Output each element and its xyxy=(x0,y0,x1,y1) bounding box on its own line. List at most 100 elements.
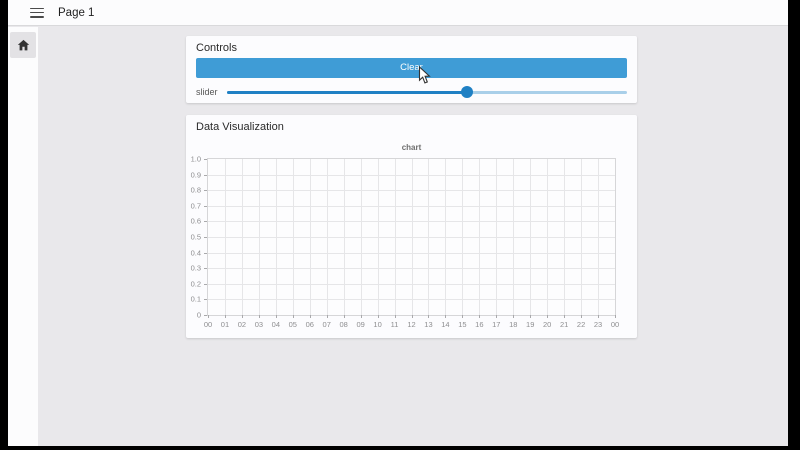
y-axis-tick xyxy=(204,237,207,238)
y-axis-tick xyxy=(204,315,207,316)
slider-input[interactable] xyxy=(227,86,627,98)
y-tick-label: 0.5 xyxy=(190,232,201,242)
sidebar-item-home[interactable] xyxy=(10,32,36,58)
slider-fill xyxy=(227,90,467,94)
y-tick-label: 0.6 xyxy=(190,216,201,226)
grid-line-horizontal xyxy=(208,268,615,270)
y-axis-tick xyxy=(204,299,207,301)
y-axis-tick xyxy=(204,268,207,270)
x-tick-label: 07 xyxy=(322,320,331,329)
x-tick-label: 00 xyxy=(203,320,213,329)
grid-line-horizontal xyxy=(208,299,615,301)
x-tick-label: 14 xyxy=(441,320,450,329)
y-axis-tick xyxy=(204,283,207,285)
grid-line-horizontal xyxy=(208,174,615,176)
x-axis-tick xyxy=(292,315,294,318)
grid-line-horizontal xyxy=(208,190,615,192)
x-axis-tick xyxy=(513,315,515,318)
y-axis-tick xyxy=(204,159,207,160)
page-title: Page 1 xyxy=(58,6,95,19)
y-axis-tick xyxy=(204,205,207,207)
x-axis-tick xyxy=(581,315,583,318)
x-axis-tick xyxy=(445,315,447,318)
y-axis-tick xyxy=(204,190,207,192)
x-tick-label: 15 xyxy=(458,320,467,329)
x-axis-tick xyxy=(326,315,328,318)
x-tick-label: 16 xyxy=(475,320,484,329)
grid-line-horizontal xyxy=(208,283,615,285)
y-tick-label: 0.4 xyxy=(190,248,201,258)
y-axis-tick xyxy=(204,252,207,254)
controls-card-title: Controls xyxy=(196,42,237,54)
grid-line-horizontal xyxy=(208,252,615,254)
x-axis-tick xyxy=(530,315,532,318)
x-tick-label: 04 xyxy=(271,320,280,329)
x-tick-label: 12 xyxy=(407,320,416,329)
chart-title: chart xyxy=(401,143,422,152)
y-tick-label: 0.2 xyxy=(190,279,201,289)
x-tick-label: 02 xyxy=(237,320,247,329)
x-axis-tick xyxy=(411,315,413,318)
x-axis-tick xyxy=(275,315,277,318)
x-axis-tick xyxy=(462,315,464,318)
viz-card-title: Data Visualization xyxy=(196,121,284,133)
data-visualization-card: Data Visualization chart 00 01 02 03 04 05 06 0… xyxy=(186,115,637,338)
x-axis-tick xyxy=(309,315,311,318)
x-tick-label: 20 xyxy=(542,320,552,329)
x-tick-label: 01 xyxy=(220,320,230,329)
x-tick-label: 13 xyxy=(424,320,433,329)
slider-row: slider xyxy=(196,86,627,98)
grid-line-horizontal xyxy=(208,221,615,223)
x-tick-label: 17 xyxy=(492,320,501,329)
x-tick-label: 19 xyxy=(526,320,535,329)
x-tick-label: 05 xyxy=(288,320,297,329)
x-axis-tick xyxy=(208,315,209,318)
x-axis-tick xyxy=(241,315,243,318)
chart: chart 00 01 02 03 04 05 06 07 08 09 10 11 12 13 14 15 16… xyxy=(191,143,620,330)
home-icon xyxy=(17,39,29,50)
x-tick-label: 22 xyxy=(576,320,586,329)
top-bar: Page 1 xyxy=(8,0,788,26)
x-axis-tick xyxy=(377,315,379,318)
y-tick-label: 0.3 xyxy=(190,263,201,273)
x-axis-tick xyxy=(479,315,481,318)
clear-button[interactable]: Clear xyxy=(196,58,627,78)
y-tick-label: 0.7 xyxy=(190,201,201,211)
plot-area: 00 01 02 03 04 05 06 07 08 09 10 11 12 13 14 15 16 17 18 19… xyxy=(191,155,620,330)
x-tick-label: 03 xyxy=(254,320,264,329)
x-axis-tick xyxy=(496,315,498,318)
x-tick-label: 23 xyxy=(593,320,603,329)
grid-line-horizontal xyxy=(208,237,615,238)
y-tick-label: 1.0 xyxy=(190,154,201,164)
app-window: Page 1 Controls Clear slider Data Visual… xyxy=(8,0,788,446)
x-axis-tick xyxy=(360,315,362,318)
y-tick-label: 0.1 xyxy=(190,294,201,304)
x-axis-tick xyxy=(615,315,616,318)
x-tick-label: 06 xyxy=(305,320,314,329)
x-tick-label: 18 xyxy=(509,320,518,329)
hamburger-icon[interactable] xyxy=(30,7,44,18)
slider-thumb[interactable] xyxy=(461,86,473,98)
x-axis-tick xyxy=(428,315,430,318)
y-tick-label: 0.9 xyxy=(190,170,201,180)
x-axis-tick xyxy=(224,315,226,318)
main-content: Controls Clear slider Data Visualization… xyxy=(38,27,788,446)
slider-label: slider xyxy=(196,87,218,97)
x-axis-tick xyxy=(564,315,566,318)
x-axis-tick xyxy=(598,315,600,318)
x-tick-label: 21 xyxy=(559,320,569,329)
y-axis-tick xyxy=(204,174,207,176)
x-axis-tick xyxy=(343,315,345,318)
y-axis-tick xyxy=(204,221,207,223)
x-axis-tick xyxy=(394,315,396,318)
grid-line-horizontal xyxy=(208,205,615,207)
x-tick-label: 08 xyxy=(339,320,348,329)
x-tick-label: 11 xyxy=(390,320,399,329)
x-axis-tick xyxy=(547,315,549,318)
sidebar xyxy=(8,27,38,446)
x-tick-label: 00 xyxy=(610,320,620,329)
x-axis-tick xyxy=(258,315,260,318)
x-tick-label: 09 xyxy=(356,320,365,329)
y-tick-label: 0 xyxy=(196,310,201,320)
controls-card: Controls Clear slider xyxy=(186,36,637,103)
